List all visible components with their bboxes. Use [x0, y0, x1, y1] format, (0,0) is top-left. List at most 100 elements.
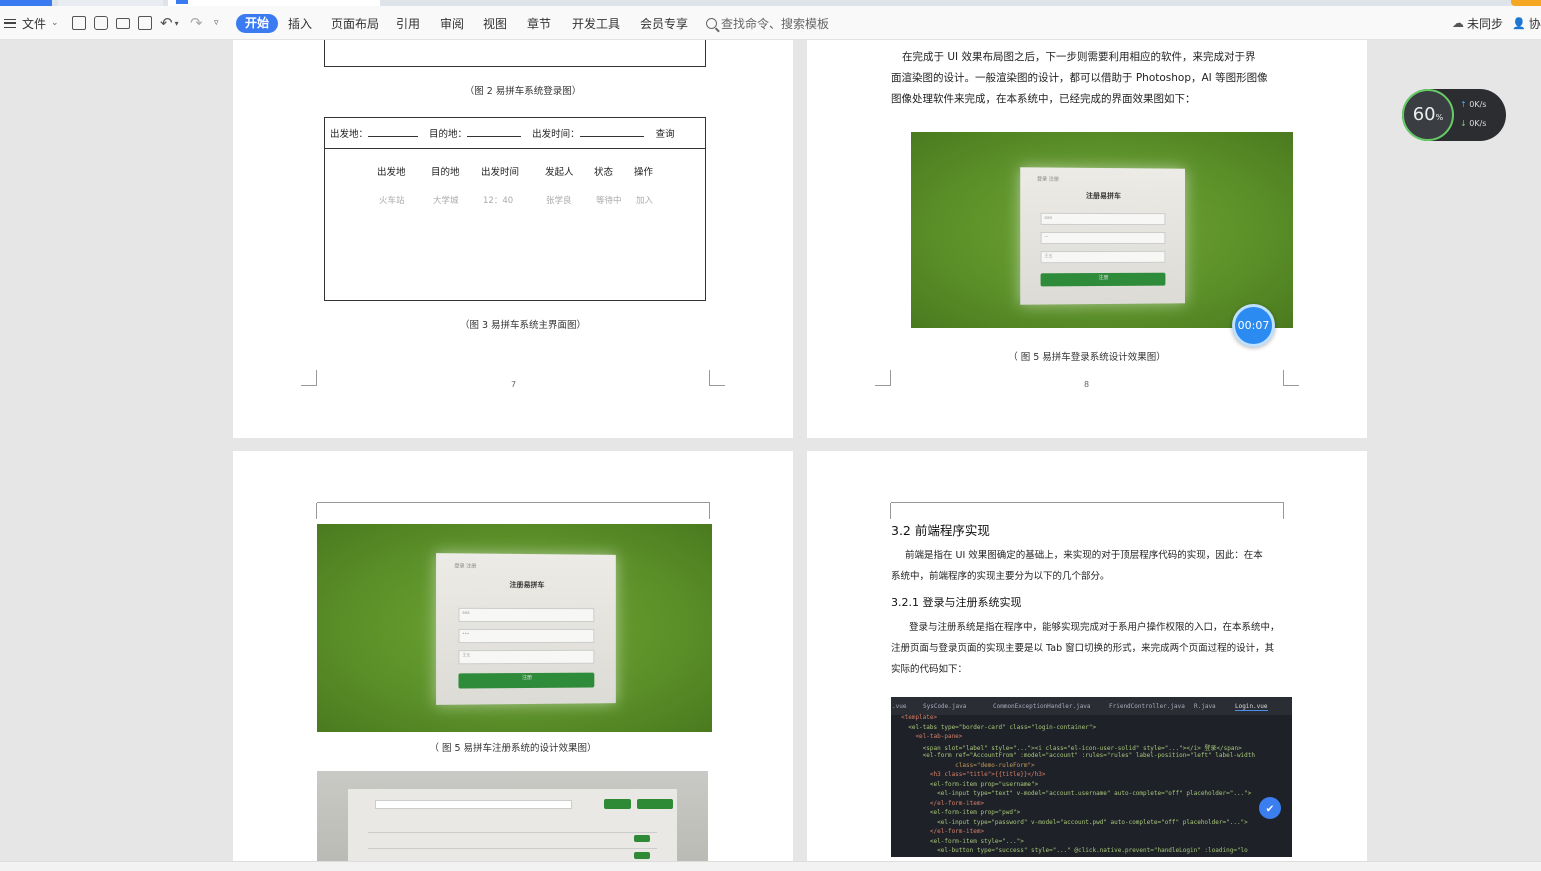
- usage-unit: %: [1435, 113, 1444, 122]
- query-bar: 出发地： 目的地： 出发时间： 查询: [330, 126, 675, 140]
- mockup-join-button: [634, 851, 651, 859]
- caption-figure-5-register: （ 图 5 易拼车注册系统的设计效果图）: [429, 743, 597, 754]
- code-tab: CommonExceptionHandler.java: [993, 703, 1091, 710]
- card-field: aaa: [458, 607, 595, 622]
- time-label: 出发时间：: [532, 129, 580, 140]
- sync-status-button[interactable]: ☁ 未同步: [1452, 6, 1503, 40]
- mockup-row-line: [367, 847, 657, 849]
- cloud-icon: ☁: [1452, 16, 1464, 30]
- search-icon: [706, 17, 717, 29]
- paragraph-line: 注册页面与登录页面的实现主要是以 Tab 窗口切换的形式，来完成两个页面过程的设…: [891, 643, 1275, 654]
- caption-figure-3: （图 3 易拼车系统主界面图）: [459, 320, 587, 331]
- card-tabs: 登录 注册: [1037, 176, 1059, 183]
- chevron-down-icon: ⌄: [51, 18, 59, 28]
- figure-3-wireframe: 出发地： 目的地： 出发时间： 查询 出发地 目的地 出发时间 发起人 状态 操…: [324, 117, 706, 301]
- code-tab: .vue: [892, 703, 907, 710]
- document-page-8: 在完成于 UI 效果布局图之后，下一步则需要利用相应的软件，来完成对于界 面渲染…: [807, 40, 1367, 438]
- margin-mark: [875, 503, 891, 519]
- paragraph-line: 图像处理软件来完成，在本系统中，已经完成的界面效果图如下：: [891, 93, 1196, 105]
- code-line: <el-form-item prop="pwd">: [901, 809, 1021, 816]
- upload-speed: ↑ 0K/s: [1460, 100, 1486, 109]
- file-menu-button[interactable]: 文件 ⌄: [4, 6, 59, 40]
- cell-from: 火车站: [379, 196, 405, 206]
- code-line: <el-form ref="AccountFrom" :model="accou…: [901, 752, 1256, 759]
- from-label: 出发地：: [330, 129, 369, 140]
- paragraph-line: 登录与注册系统是指在程序中，能够实现完成对于系用户操作权限的入口，在本系统中，: [909, 622, 1280, 633]
- register-card-mockup: 登录 注册 注册易拼车 aaa ••• 王五 注册: [436, 553, 616, 705]
- code-line: <el-input type="text" v-model="account.u…: [901, 790, 1252, 797]
- tab-review[interactable]: 审阅: [440, 6, 464, 40]
- tab-insert[interactable]: 插入: [288, 6, 312, 40]
- paragraph-line: 系统中，前端程序的实现主要分为以下的几个部分。: [891, 571, 1110, 582]
- card-button: 注册: [1040, 272, 1166, 287]
- sync-label: 未同步: [1467, 16, 1504, 31]
- page-number: 7: [511, 380, 517, 389]
- tab-view[interactable]: 视图: [483, 6, 507, 40]
- mockup-button: [637, 798, 674, 809]
- code-tab: R.java: [1194, 703, 1216, 710]
- redo-button[interactable]: ↷: [190, 6, 203, 40]
- header-from: 出发地: [377, 167, 406, 178]
- search-placeholder: 查找命令、搜索模板: [721, 16, 830, 31]
- paragraph-line: 前端是指在 UI 效果图确定的基础上，来实现的对于顶层程序代码的实现，因此：在本: [905, 550, 1263, 561]
- card-field: —: [1040, 231, 1166, 245]
- figure-2-frame: [324, 40, 706, 67]
- code-line: <el-form-item prop="username">: [901, 780, 1039, 788]
- code-tab: SysCode.java: [923, 703, 967, 710]
- header-to: 目的地: [431, 167, 460, 178]
- code-line: <h3 class="title">{{title}}</h3>: [901, 771, 1046, 778]
- tab-references[interactable]: 引用: [396, 6, 420, 40]
- vertical-scrollbar[interactable]: [1531, 40, 1541, 861]
- mockup-button: [604, 798, 631, 809]
- login-card-mockup: 登录 注册 注册易拼车 aaa — 王五 注册: [1020, 167, 1186, 305]
- code-line: <el-form-item style="...">: [901, 837, 1024, 845]
- floating-assistant-icon[interactable]: ✔: [1259, 797, 1281, 819]
- collaborate-button[interactable]: 👤 协: [1512, 6, 1541, 40]
- ribbon-toolbar: 文件 ⌄ ↶ ▾ ↷ ▿ 开始 插入 页面布局 引用 审阅 视图 章节 开发工具 …: [0, 6, 1541, 40]
- print-preview-button[interactable]: [138, 6, 152, 40]
- query-label: 查询: [655, 129, 675, 140]
- recording-timer[interactable]: 00:07: [1232, 304, 1275, 347]
- paragraph-line: 面渲染图的设计。一般渲染图的设计，都可以借助于 Photoshop，AI 等图形…: [891, 72, 1268, 84]
- export-icon: [94, 16, 108, 30]
- tab-page-layout[interactable]: 页面布局: [331, 6, 379, 40]
- margin-mark: [875, 370, 891, 386]
- code-line: </el-form-item>: [901, 799, 985, 807]
- arrow-up-icon: ↑: [1460, 100, 1467, 109]
- code-line: class="demo-ruleForm">: [901, 761, 1035, 769]
- cell-status: 等待中: [596, 196, 622, 206]
- code-screenshot: .vue SysCode.java CommonExceptionHandler…: [891, 697, 1292, 857]
- export-pdf-button[interactable]: [94, 6, 108, 40]
- header-initiator: 发起人: [545, 167, 574, 178]
- code-line: <el-input type="password" v-model="accou…: [901, 818, 1248, 826]
- tab-member[interactable]: 会员专享: [640, 6, 688, 40]
- caption-figure-2: （图 2 易拼车系统登录图）: [464, 86, 582, 97]
- tab-developer[interactable]: 开发工具: [572, 6, 620, 40]
- person-add-icon: 👤: [1512, 16, 1526, 30]
- main-page-photo: [317, 771, 708, 871]
- mockup-row-line: [367, 831, 657, 833]
- code-line: <el-button type="success" style="..." @c…: [901, 847, 1248, 854]
- network-speed-widget[interactable]: 60% ↑ 0K/s ↓ 0K/s: [1402, 89, 1506, 141]
- command-search[interactable]: 查找命令、搜索模板: [706, 6, 829, 40]
- quick-access-more-button[interactable]: ▿: [214, 6, 219, 40]
- undo-button[interactable]: ↶ ▾: [160, 6, 179, 40]
- card-field: 王五: [1040, 250, 1166, 264]
- save-button[interactable]: [72, 6, 86, 40]
- code-line: <el-tab-pane>: [901, 733, 963, 740]
- mockup-join-button: [634, 834, 651, 842]
- margin-line: [891, 502, 1284, 503]
- tab-start[interactable]: 开始: [236, 14, 279, 33]
- margin-mark: [1283, 370, 1299, 386]
- print-button[interactable]: [116, 6, 130, 40]
- caption-figure-5: （ 图 5 易拼车登录系统设计效果图）: [1008, 352, 1166, 363]
- download-speed: ↓ 0K/s: [1460, 119, 1486, 128]
- tab-chapter[interactable]: 章节: [527, 6, 551, 40]
- collab-label: 协: [1528, 16, 1541, 31]
- usage-percent: 60: [1412, 104, 1436, 125]
- margin-mark: [709, 503, 725, 519]
- print-icon: [116, 17, 130, 29]
- margin-mark: [301, 370, 317, 386]
- chevron-down-icon: ▿: [214, 18, 219, 28]
- arrow-down-icon: ↓: [1460, 119, 1467, 128]
